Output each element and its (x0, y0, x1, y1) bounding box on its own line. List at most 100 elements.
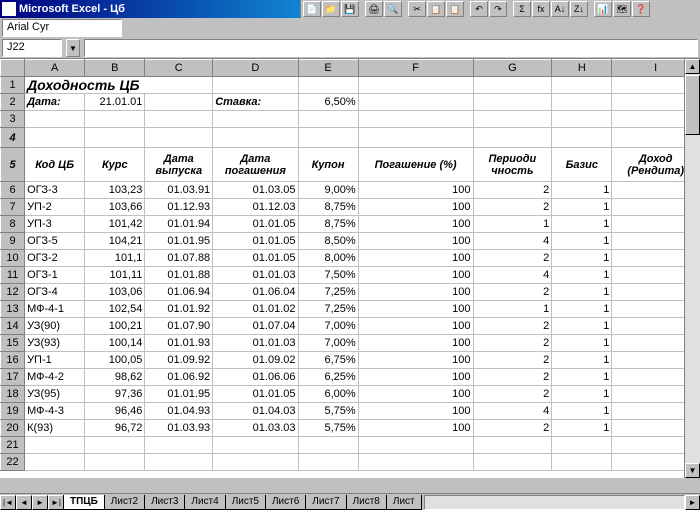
cell-basis[interactable]: 1 (552, 301, 612, 318)
row-header-16[interactable]: 16 (1, 352, 25, 369)
cell-code[interactable]: ОГЗ-4 (25, 284, 85, 301)
row-header-15[interactable]: 15 (1, 335, 25, 352)
cell-maturity[interactable]: 01.12.03 (213, 199, 298, 216)
row-header-6[interactable]: 6 (1, 182, 25, 199)
row-header-3[interactable]: 3 (1, 111, 25, 128)
tab-nav-next-icon[interactable]: ► (32, 495, 48, 510)
row-header-9[interactable]: 9 (1, 233, 25, 250)
cell-redemption[interactable]: 100 (358, 267, 473, 284)
row-header-12[interactable]: 12 (1, 284, 25, 301)
cell-code[interactable]: МФ-4-1 (25, 301, 85, 318)
cell[interactable] (358, 437, 473, 454)
cell-redemption[interactable]: 100 (358, 318, 473, 335)
cell-basis[interactable]: 1 (552, 182, 612, 199)
col-header-H[interactable]: H (552, 60, 612, 77)
toolbar-btn[interactable]: 🖨 (365, 1, 383, 17)
tab-nav-prev-icon[interactable]: ◄ (16, 495, 32, 510)
cell-redemption[interactable]: 100 (358, 250, 473, 267)
cell[interactable] (25, 111, 85, 128)
cell-freq[interactable]: 2 (473, 199, 552, 216)
cell-freq[interactable]: 4 (473, 403, 552, 420)
cell[interactable] (358, 77, 473, 94)
cell-price[interactable]: 100,21 (85, 318, 145, 335)
cell-coupon[interactable]: 7,25% (298, 284, 358, 301)
cell-basis[interactable]: 1 (552, 386, 612, 403)
sheet-tab[interactable]: Лист2 (104, 495, 145, 510)
col-header-C[interactable]: C (145, 60, 213, 77)
row-header-13[interactable]: 13 (1, 301, 25, 318)
cell[interactable] (25, 454, 85, 471)
hdr-freq[interactable]: Периодичность (473, 148, 552, 182)
hdr-issue[interactable]: Датавыпуска (145, 148, 213, 182)
cell-issue[interactable]: 01.03.93 (145, 420, 213, 437)
toolbar-btn[interactable]: ✂ (408, 1, 426, 17)
cell-redemption[interactable]: 100 (358, 182, 473, 199)
cell-issue[interactable]: 01.06.92 (145, 369, 213, 386)
cell[interactable] (358, 454, 473, 471)
toolbar-btn[interactable]: 🗺 (613, 1, 631, 17)
cell[interactable] (298, 128, 358, 148)
cell-coupon[interactable]: 8,75% (298, 199, 358, 216)
cell-freq[interactable]: 2 (473, 386, 552, 403)
row-header-4[interactable]: 4 (1, 128, 25, 148)
rate-label[interactable]: Ставка: (213, 94, 298, 111)
horizontal-scrollbar-track[interactable] (424, 495, 685, 510)
cell[interactable] (25, 128, 85, 148)
cell-redemption[interactable]: 100 (358, 403, 473, 420)
row-header-21[interactable]: 21 (1, 437, 25, 454)
row-header-18[interactable]: 18 (1, 386, 25, 403)
name-box[interactable]: J22 (2, 39, 62, 57)
hdr-coupon[interactable]: Купон (298, 148, 358, 182)
toolbar-btn[interactable]: 📁 (322, 1, 340, 17)
cell-code[interactable]: МФ-4-2 (25, 369, 85, 386)
cell-price[interactable]: 103,66 (85, 199, 145, 216)
cell-maturity[interactable]: 01.01.03 (213, 267, 298, 284)
cell-coupon[interactable]: 7,25% (298, 301, 358, 318)
name-box-dropdown[interactable]: ▼ (66, 39, 80, 57)
cell[interactable] (25, 437, 85, 454)
toolbar-btn[interactable]: fx (532, 1, 550, 17)
cell[interactable] (552, 77, 612, 94)
cell-maturity[interactable]: 01.03.03 (213, 420, 298, 437)
cell[interactable] (298, 77, 358, 94)
sheet-tab[interactable]: Лист8 (346, 495, 387, 510)
cell-redemption[interactable]: 100 (358, 301, 473, 318)
row-header-17[interactable]: 17 (1, 369, 25, 386)
cell-issue[interactable]: 01.12.93 (145, 199, 213, 216)
cell-code[interactable]: ОГЗ-3 (25, 182, 85, 199)
cell-issue[interactable]: 01.01.95 (145, 386, 213, 403)
cell-coupon[interactable]: 8,00% (298, 250, 358, 267)
toolbar-btn[interactable]: Z↓ (570, 1, 588, 17)
cell[interactable] (358, 111, 473, 128)
cell-basis[interactable]: 1 (552, 267, 612, 284)
cell-freq[interactable]: 2 (473, 335, 552, 352)
cell-redemption[interactable]: 100 (358, 284, 473, 301)
cell-freq[interactable]: 2 (473, 284, 552, 301)
toolbar-btn[interactable]: A↓ (551, 1, 569, 17)
cell-freq[interactable]: 4 (473, 267, 552, 284)
cell-basis[interactable]: 1 (552, 335, 612, 352)
cell-issue[interactable]: 01.01.94 (145, 216, 213, 233)
cell-coupon[interactable]: 5,75% (298, 403, 358, 420)
cell-basis[interactable]: 1 (552, 199, 612, 216)
cell-freq[interactable]: 2 (473, 352, 552, 369)
cell[interactable] (145, 94, 213, 111)
cell[interactable] (145, 454, 213, 471)
cell[interactable] (473, 128, 552, 148)
select-all-corner[interactable] (1, 60, 25, 77)
cell[interactable] (85, 128, 145, 148)
cell-coupon[interactable]: 6,25% (298, 369, 358, 386)
cell-basis[interactable]: 1 (552, 369, 612, 386)
cell-basis[interactable]: 1 (552, 216, 612, 233)
cell[interactable] (552, 94, 612, 111)
row-header-11[interactable]: 11 (1, 267, 25, 284)
tab-nav-first-icon[interactable]: |◄ (0, 495, 16, 510)
cell[interactable] (358, 94, 473, 111)
cell-freq[interactable]: 1 (473, 301, 552, 318)
cell-maturity[interactable]: 01.01.05 (213, 250, 298, 267)
row-header-1[interactable]: 1 (1, 77, 25, 94)
cell-freq[interactable]: 2 (473, 250, 552, 267)
row-header-7[interactable]: 7 (1, 199, 25, 216)
cell[interactable] (358, 128, 473, 148)
cell[interactable] (213, 437, 298, 454)
